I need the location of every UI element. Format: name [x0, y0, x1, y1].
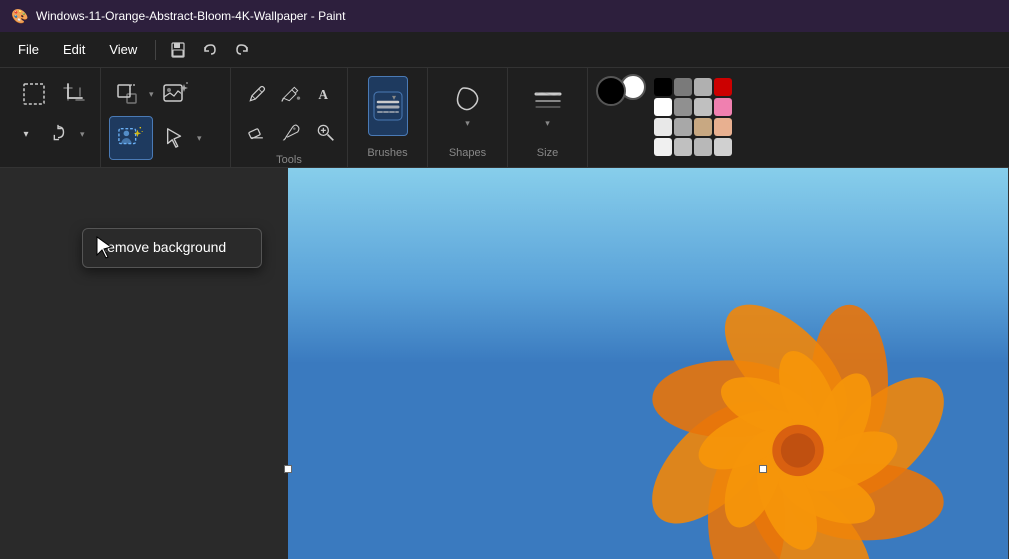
- swatch-gray5[interactable]: [674, 118, 692, 136]
- shapes-label: Shapes: [449, 143, 486, 159]
- remove-background-button[interactable]: [109, 116, 153, 160]
- swatch-gray2[interactable]: [694, 78, 712, 96]
- selection-dropdown-arrow[interactable]: ▾: [16, 124, 36, 144]
- menu-edit[interactable]: Edit: [53, 38, 95, 61]
- eraser-tool[interactable]: [239, 114, 275, 150]
- zoom-tool[interactable]: [307, 114, 343, 150]
- canvas-area[interactable]: [0, 168, 1009, 559]
- undo-button[interactable]: [196, 36, 224, 64]
- menu-view[interactable]: View: [99, 38, 147, 61]
- color-preview: [596, 76, 638, 118]
- swatch-gray4[interactable]: [694, 98, 712, 116]
- crop-button[interactable]: [56, 76, 92, 112]
- shapes-section: ▾ Shapes: [428, 68, 508, 167]
- shapes-button[interactable]: ▾: [448, 76, 488, 136]
- swatch-lightgray1[interactable]: [654, 118, 672, 136]
- text-tool[interactable]: A: [307, 76, 343, 112]
- swatch-lightgray2[interactable]: [654, 138, 672, 156]
- selection-handle-tl[interactable]: [284, 465, 292, 473]
- primary-color[interactable]: [596, 76, 626, 106]
- rotate-button[interactable]: [40, 116, 76, 152]
- redo-button[interactable]: [228, 36, 256, 64]
- size-button[interactable]: ▾: [528, 76, 568, 136]
- tools-label: Tools: [276, 150, 302, 166]
- swatch-peach[interactable]: [714, 118, 732, 136]
- bloom-svg: [608, 279, 988, 559]
- swatch-black[interactable]: [654, 78, 672, 96]
- title-bar: 🎨 Windows-11-Orange-Abstract-Bloom-4K-Wa…: [0, 0, 1009, 32]
- swatch-gray7[interactable]: [694, 138, 712, 156]
- canvas-image: [288, 168, 1008, 559]
- image-section: ▾: [101, 68, 231, 167]
- select-tool-button[interactable]: [157, 120, 193, 156]
- divider: [155, 40, 156, 60]
- app-icon: 🎨: [12, 8, 28, 24]
- selection-rect-button[interactable]: [16, 76, 52, 112]
- pencil-tool[interactable]: [239, 76, 275, 112]
- swatch-tan[interactable]: [694, 118, 712, 136]
- window-title: Windows-11-Orange-Abstract-Bloom-4K-Wall…: [36, 9, 345, 23]
- colors-section: [588, 68, 1001, 167]
- selection-section: ▾ ▾: [8, 68, 101, 167]
- color-swatches: [654, 78, 732, 156]
- resize-dropdown[interactable]: ▾: [149, 89, 154, 100]
- size-section: ▾ Size: [508, 68, 588, 167]
- select-dropdown[interactable]: ▾: [197, 133, 202, 144]
- menu-bar: File Edit View: [0, 32, 1009, 68]
- ai-image-button[interactable]: [158, 76, 194, 112]
- brushes-section: ▾ Brushes: [348, 68, 428, 167]
- svg-text:▾: ▾: [392, 93, 396, 102]
- swatch-gray6[interactable]: [674, 138, 692, 156]
- swatch-white[interactable]: [654, 98, 672, 116]
- size-label: Size: [537, 143, 558, 159]
- swatch-pink[interactable]: [714, 98, 732, 116]
- brushes-button[interactable]: ▾: [368, 76, 408, 136]
- tooltip-popup: Remove background: [82, 228, 262, 268]
- selection-handle-tr[interactable]: [759, 465, 767, 473]
- swatch-gray8[interactable]: [714, 138, 732, 156]
- swatch-red[interactable]: [714, 78, 732, 96]
- svg-text:A: A: [318, 87, 328, 102]
- tooltip-text: Remove background: [97, 239, 226, 255]
- resize-button[interactable]: [109, 76, 145, 112]
- rotate-dropdown[interactable]: ▾: [80, 129, 85, 140]
- swatch-gray3[interactable]: [674, 98, 692, 116]
- swatch-gray1[interactable]: [674, 78, 692, 96]
- ribbon: ▾ ▾ ▾: [0, 68, 1009, 168]
- menu-file[interactable]: File: [8, 38, 49, 61]
- save-button[interactable]: [164, 36, 192, 64]
- color-picker-tool[interactable]: [273, 114, 309, 150]
- fill-bucket-tool[interactable]: [273, 76, 309, 112]
- tools-section: A: [231, 68, 348, 167]
- brushes-label: Brushes: [367, 143, 407, 159]
